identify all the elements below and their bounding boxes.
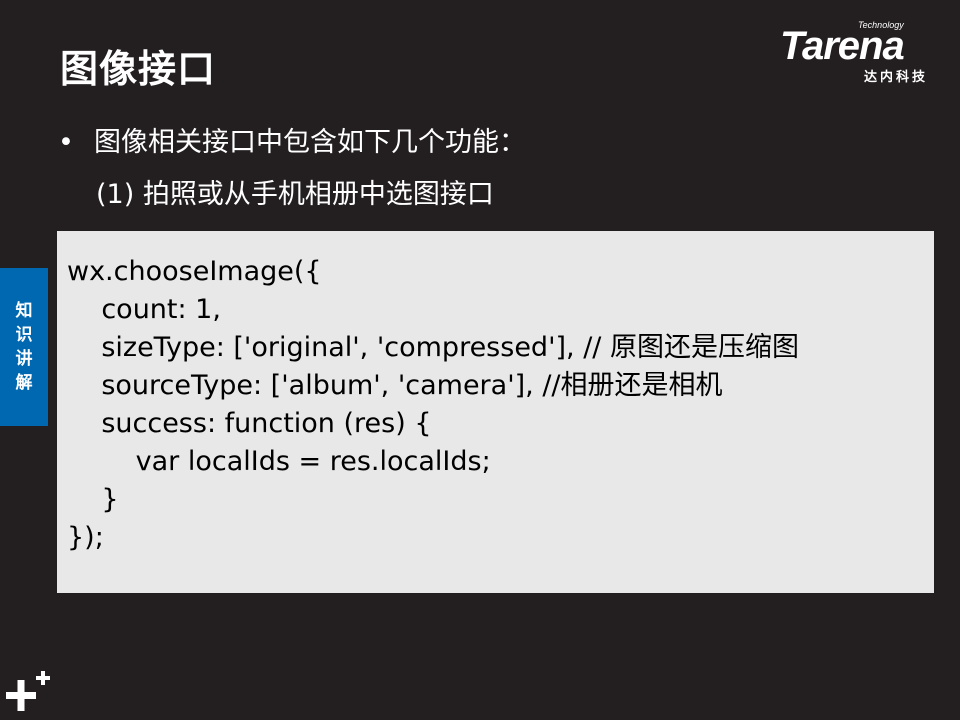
code-line: var localIds = res.localIds;: [67, 446, 491, 477]
code-text: wx.chooseImage({ count: 1, sizeType: ['o…: [57, 231, 934, 557]
side-tab-char: 解: [15, 373, 33, 393]
code-line: }: [67, 484, 119, 515]
side-tab-char: 讲: [15, 349, 33, 369]
bullet-item: • 图像相关接口中包含如下几个功能：: [58, 120, 526, 159]
code-line: wx.chooseImage({: [67, 256, 322, 287]
bullet-dot: •: [58, 127, 74, 158]
tarena-logo: Technology Tarena 达内科技: [780, 20, 946, 85]
side-tab-char: 识: [15, 325, 33, 345]
logo-cn-text: 达内科技: [864, 70, 929, 85]
slide-title: 图像接口: [60, 47, 217, 91]
code-block: wx.chooseImage({ count: 1, sizeType: ['o…: [57, 231, 934, 593]
side-tab-char: 知: [15, 301, 33, 321]
code-line: success: function (res) {: [67, 408, 432, 439]
side-tab-knowledge: 知 识 讲 解: [0, 268, 48, 426]
sub-item: (1) 拍照或从手机相册中选图接口: [96, 179, 494, 210]
code-line: sizeType: ['original', 'compressed'], //…: [67, 332, 799, 363]
bullet-text: 图像相关接口中包含如下几个功能：: [94, 127, 526, 158]
logo-brand-text: Tarena: [780, 24, 905, 68]
code-line: sourceType: ['album', 'camera'], //相册还是相…: [67, 370, 723, 401]
plus-plus-icon: [6, 671, 50, 711]
code-line: });: [67, 522, 104, 553]
code-line: count: 1,: [67, 294, 221, 325]
